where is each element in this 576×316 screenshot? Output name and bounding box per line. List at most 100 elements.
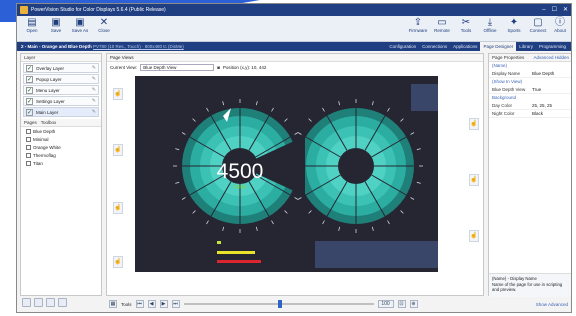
- property-group[interactable]: Background: [489, 94, 571, 102]
- tools-label[interactable]: Tools: [121, 302, 132, 307]
- property-row[interactable]: Night Color Black: [489, 110, 571, 118]
- camera-icon[interactable]: ◙: [217, 65, 220, 70]
- title-bar: PowerVision Studio for Color Displays 5.…: [17, 4, 571, 16]
- upload-icon: ⇪: [413, 17, 423, 28]
- fit-icon[interactable]: ⊡: [397, 300, 406, 308]
- breadcrumb-subtitle[interactable]: PV780 (10 Res., Touch) · 800x480 tc (Dis…: [93, 44, 184, 49]
- gauge-tick: [294, 132, 299, 135]
- tab-page-designer[interactable]: Page Designer: [480, 42, 517, 51]
- open-button[interactable]: ▤ Open: [21, 18, 43, 40]
- view-bar: Current View: Blue Depth View ◙ Position…: [107, 62, 483, 72]
- copy-icon[interactable]: [46, 298, 55, 307]
- tab-pages[interactable]: Pages: [24, 119, 37, 126]
- first-page-icon[interactable]: ⏮: [135, 300, 144, 308]
- tab-configuration[interactable]: Configuration: [386, 42, 419, 51]
- layer-item[interactable]: ✓ Overlay Layer ✎: [23, 63, 99, 73]
- edit-icon[interactable]: ✎: [92, 109, 96, 115]
- check-icon[interactable]: ✓: [26, 64, 33, 72]
- position-readout: Position (x,y): 10, 442: [222, 64, 267, 70]
- gauge-tick: [255, 101, 258, 106]
- show-advanced-button[interactable]: Show Advanced: [536, 302, 568, 307]
- check-icon[interactable]: ✓: [26, 86, 33, 94]
- page-icon: [26, 128, 31, 134]
- minimize-icon[interactable]: –: [542, 5, 545, 15]
- check-icon[interactable]: ✓: [26, 97, 33, 105]
- add-icon[interactable]: [22, 298, 31, 307]
- layer-item[interactable]: ✓ Settings Layer ✎: [23, 96, 99, 106]
- advanced-toggle[interactable]: Advanced Hidden: [533, 54, 569, 61]
- save-as-button[interactable]: ▣ Save As: [69, 18, 91, 40]
- touch-zone-button[interactable]: ☝: [113, 202, 123, 214]
- display-canvas[interactable]: 4500 RPM: [135, 76, 438, 272]
- connect-button[interactable]: ▢ Connect: [527, 18, 549, 40]
- page-item[interactable]: Thermoflag: [21, 151, 101, 159]
- check-icon[interactable]: ✓: [26, 75, 33, 83]
- page-item[interactable]: Orange White: [21, 143, 101, 151]
- gauge-tick: [322, 107, 325, 112]
- layer-item[interactable]: ✓ Main Layer ✎: [23, 107, 99, 117]
- layer-item[interactable]: ✓ Menu Layer ✎: [23, 85, 99, 95]
- page-item[interactable]: Blue Depth: [21, 127, 101, 135]
- page-item[interactable]: Minimal: [21, 135, 101, 143]
- grid-icon[interactable]: ▦: [109, 300, 117, 308]
- property-row[interactable]: Display Name Blue Depth: [489, 70, 571, 78]
- property-group[interactable]: (Name): [489, 62, 571, 70]
- tab-library[interactable]: Library: [516, 42, 536, 51]
- about-button[interactable]: ⓘ About: [549, 18, 571, 40]
- tools-icon: ✂: [461, 17, 471, 28]
- last-page-icon[interactable]: ⏭: [171, 300, 180, 308]
- current-view-select[interactable]: Blue Depth View: [140, 63, 215, 71]
- property-description: (Name) - Display Name Name of the page f…: [489, 273, 571, 297]
- tools-button[interactable]: ✂ Tools: [455, 18, 477, 40]
- tab-programming[interactable]: Programming: [536, 42, 569, 51]
- gauge-tick: [206, 220, 209, 225]
- properties-header: Page Properties Advanced Hidden: [489, 54, 571, 62]
- gauge-tick: [338, 226, 341, 231]
- tab-applications[interactable]: Applications: [450, 42, 480, 51]
- gauge-graphic: 4500 RPM: [173, 84, 438, 268]
- property-row[interactable]: Day Color 25, 25, 25: [489, 102, 571, 110]
- gauge-tick: [371, 101, 374, 106]
- edit-icon[interactable]: ✎: [92, 87, 96, 93]
- zoom-value[interactable]: 100: [377, 300, 394, 308]
- application-window: PowerVision Studio for Color Displays 5.…: [16, 3, 572, 313]
- next-icon[interactable]: ▶: [159, 300, 168, 308]
- info-icon: ⓘ: [555, 17, 565, 28]
- save-icon: ▣: [51, 17, 61, 28]
- breadcrumb-title: 2 - Main - Orange and Blue Depth: [21, 44, 92, 49]
- maximize-icon[interactable]: ☐: [552, 5, 557, 15]
- zoom-slider[interactable]: [183, 300, 374, 308]
- property-group[interactable]: (Show In View): [489, 78, 571, 86]
- app-logo-icon: [20, 6, 28, 14]
- touch-zone-button[interactable]: ☝: [113, 88, 123, 100]
- layer-item[interactable]: ✓ Popup Layer ✎: [23, 74, 99, 84]
- touch-zone-button[interactable]: ☝: [469, 174, 479, 186]
- remove-icon[interactable]: [34, 298, 43, 307]
- close-window-icon[interactable]: ✕: [563, 5, 568, 15]
- main-tabs: Configuration Connections Applications P…: [386, 42, 569, 51]
- touch-zone-button[interactable]: ☝: [113, 256, 123, 268]
- touch-zone-button[interactable]: ☝: [469, 230, 479, 242]
- property-row[interactable]: Blue Depth View True: [489, 86, 571, 94]
- touch-zone-button[interactable]: ☝: [469, 118, 479, 130]
- save-button[interactable]: ▣ Save: [45, 18, 67, 40]
- edit-icon[interactable]: ✎: [92, 65, 96, 71]
- level-bar-green: [217, 241, 221, 244]
- prev-icon[interactable]: ◀: [147, 300, 156, 308]
- zoom-in-icon[interactable]: ⊕: [409, 300, 418, 308]
- offline-button[interactable]: ⤓ Offline: [479, 18, 501, 40]
- firmware-button[interactable]: ⇪ Firmware: [407, 18, 429, 40]
- edit-icon[interactable]: ✎: [92, 76, 96, 82]
- sports-button[interactable]: ✦ Sports: [503, 18, 525, 40]
- edit-icon[interactable]: ✎: [92, 98, 96, 104]
- touch-zone-button[interactable]: ☝: [113, 144, 123, 156]
- check-icon[interactable]: ✓: [26, 108, 33, 116]
- tab-toolbox[interactable]: Toolbox: [41, 119, 57, 126]
- close-button[interactable]: ✕ Close: [93, 18, 115, 40]
- zoom-slider-thumb[interactable]: [277, 300, 282, 308]
- level-bar-red: [217, 260, 261, 263]
- settings-icon[interactable]: [58, 298, 67, 307]
- page-item[interactable]: Titan: [21, 159, 101, 167]
- remote-button[interactable]: ▭ Remote: [431, 18, 453, 40]
- tab-connections[interactable]: Connections: [419, 42, 450, 51]
